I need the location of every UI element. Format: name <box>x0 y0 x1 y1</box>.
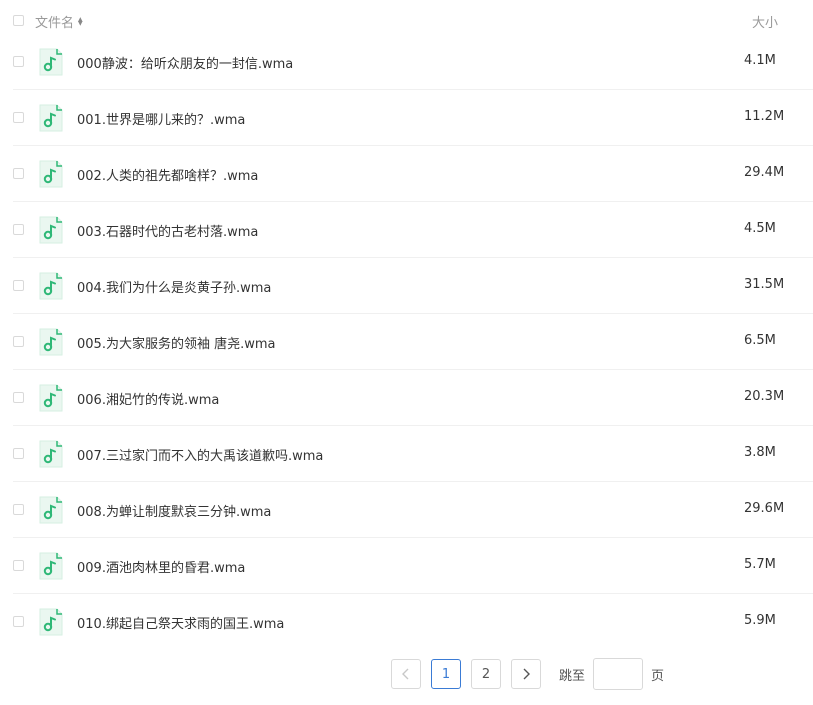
audio-file-icon <box>38 271 64 301</box>
audio-file-icon <box>38 607 64 637</box>
file-row[interactable]: 008.为蝉让制度默哀三分钟.wma 29.6M <box>0 482 813 538</box>
file-name[interactable]: 002.人类的祖先都啥样？.wma <box>77 165 258 184</box>
file-row[interactable]: 005.为大家服务的领袖 唐尧.wma 6.5M <box>0 314 813 370</box>
audio-file-icon <box>38 495 64 525</box>
row-checkbox[interactable] <box>13 560 24 571</box>
row-checkbox[interactable] <box>13 168 24 179</box>
pagination: 1 2 跳至 页 <box>391 658 664 690</box>
chevron-right-icon <box>523 668 530 680</box>
row-checkbox[interactable] <box>13 336 24 347</box>
file-name[interactable]: 004.我们为什么是炎黄子孙.wma <box>77 277 271 296</box>
page-button-1[interactable]: 1 <box>431 659 461 689</box>
file-size: 29.6M <box>744 501 785 516</box>
audio-file-icon <box>38 551 64 581</box>
file-row[interactable]: 009.酒池肉林里的昏君.wma 5.7M <box>0 538 813 594</box>
jump-page-input[interactable] <box>593 658 644 690</box>
audio-file-icon <box>38 215 64 245</box>
next-page-button[interactable] <box>511 659 541 689</box>
file-row[interactable]: 010.绑起自己祭天求雨的国王.wma 5.9M <box>0 594 813 650</box>
row-checkbox[interactable] <box>13 448 24 459</box>
audio-file-icon <box>38 383 64 413</box>
row-checkbox[interactable] <box>13 280 24 291</box>
row-checkbox[interactable] <box>13 392 24 403</box>
prev-page-button[interactable] <box>391 659 421 689</box>
row-checkbox[interactable] <box>13 616 24 627</box>
file-name[interactable]: 001.世界是哪儿来的？.wma <box>77 109 245 128</box>
file-name[interactable]: 003.石器时代的古老村落.wma <box>77 221 258 240</box>
row-checkbox[interactable] <box>13 504 24 515</box>
file-row[interactable]: 001.世界是哪儿来的？.wma 11.2M <box>0 90 813 146</box>
sort-icon[interactable]: ▲ ▼ <box>78 16 83 26</box>
file-name[interactable]: 000静波：给听众朋友的一封信.wma <box>77 53 293 72</box>
size-column-header[interactable]: 大小 <box>752 12 778 31</box>
file-name[interactable]: 007.三过家门而不入的大禹该道歉吗.wma <box>77 445 323 464</box>
audio-file-icon <box>38 327 64 357</box>
audio-file-icon <box>38 159 64 189</box>
page-button-2[interactable]: 2 <box>471 659 501 689</box>
row-checkbox[interactable] <box>13 112 24 123</box>
audio-file-icon <box>38 47 64 77</box>
file-row[interactable]: 003.石器时代的古老村落.wma 4.5M <box>0 202 813 258</box>
audio-file-icon <box>38 103 64 133</box>
file-list: 000静波：给听众朋友的一封信.wma 4.1M 001.世界是哪儿来的？.wma 1… <box>0 34 813 650</box>
file-row[interactable]: 006.湘妃竹的传说.wma 20.3M <box>0 370 813 426</box>
file-size: 5.9M <box>744 613 776 628</box>
file-size: 4.5M <box>744 221 776 236</box>
select-all-checkbox[interactable] <box>13 15 24 26</box>
file-size: 29.4M <box>744 165 785 180</box>
file-size: 31.5M <box>744 277 785 292</box>
row-checkbox[interactable] <box>13 56 24 67</box>
chevron-left-icon <box>402 668 409 680</box>
file-size: 4.1M <box>744 53 776 68</box>
file-name[interactable]: 010.绑起自己祭天求雨的国王.wma <box>77 613 284 632</box>
file-size: 20.3M <box>744 389 785 404</box>
file-row[interactable]: 000静波：给听众朋友的一封信.wma 4.1M <box>0 34 813 90</box>
file-row[interactable]: 007.三过家门而不入的大禹该道歉吗.wma 3.8M <box>0 426 813 482</box>
file-size: 11.2M <box>744 109 785 124</box>
audio-file-icon <box>38 439 64 469</box>
file-name[interactable]: 006.湘妃竹的传说.wma <box>77 389 219 408</box>
jump-to-label: 跳至 <box>559 668 586 684</box>
file-name[interactable]: 009.酒池肉林里的昏君.wma <box>77 557 245 576</box>
file-size: 5.7M <box>744 557 776 572</box>
name-column-label: 文件名 <box>35 16 75 31</box>
row-checkbox[interactable] <box>13 224 24 235</box>
file-size: 3.8M <box>744 445 776 460</box>
file-row[interactable]: 004.我们为什么是炎黄子孙.wma 31.5M <box>0 258 813 314</box>
file-name[interactable]: 005.为大家服务的领袖 唐尧.wma <box>77 333 275 352</box>
file-name[interactable]: 008.为蝉让制度默哀三分钟.wma <box>77 501 271 520</box>
file-size: 6.5M <box>744 333 776 348</box>
name-column-header[interactable]: 文件名 ▲ ▼ <box>35 12 83 31</box>
file-row[interactable]: 002.人类的祖先都啥样？.wma 29.4M <box>0 146 813 202</box>
page-unit-label: 页 <box>651 668 665 684</box>
